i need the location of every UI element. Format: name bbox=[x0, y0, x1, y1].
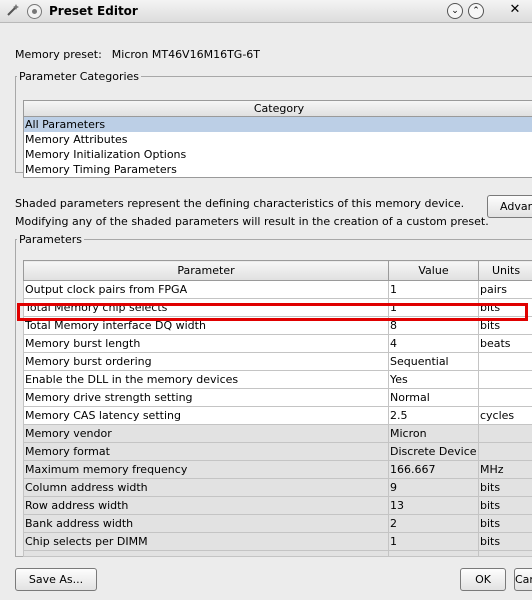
parameter-value-cell[interactable]: 13 bbox=[388, 496, 479, 515]
parameter-row[interactable]: Column address width 9 bits bbox=[23, 478, 532, 497]
highlight-box bbox=[17, 303, 528, 321]
parameter-row[interactable]: Bank address width 2 bits bbox=[23, 514, 532, 533]
window-title: Preset Editor bbox=[49, 4, 138, 18]
parameter-row[interactable]: Output clock pairs from FPGA 1 pairs bbox=[23, 280, 532, 299]
category-list[interactable]: Category All Parameters Memory Attributes… bbox=[23, 100, 532, 178]
memory-preset-label: Memory preset: bbox=[15, 48, 102, 61]
category-item[interactable]: All Parameters bbox=[24, 117, 532, 132]
parameter-row[interactable]: Enable the DLL in the memory devices Yes bbox=[23, 370, 532, 389]
parameter-name-cell: Memory format bbox=[23, 442, 389, 461]
parameter-value-cell[interactable]: 2 bbox=[388, 514, 479, 533]
parameter-name-cell: Maximum memory frequency bbox=[23, 460, 389, 479]
parameter-categories-group: Parameter Categories Category All Parame… bbox=[15, 70, 532, 178]
parameter-name-cell: Chip selects per DIMM bbox=[23, 532, 389, 551]
parameter-value-cell[interactable]: Discrete Device bbox=[388, 442, 479, 461]
memory-preset-row: Memory preset: Micron MT46V16M16TG-6T bbox=[15, 48, 260, 61]
parameter-cell-partial bbox=[23, 550, 389, 557]
parameter-value-cell[interactable]: Sequential bbox=[388, 352, 479, 371]
shaded-description-line2: Modifying any of the shaded parameters w… bbox=[15, 215, 489, 228]
parameter-value-cell[interactable]: 1 bbox=[388, 280, 479, 299]
parameter-name-cell: Bank address width bbox=[23, 514, 389, 533]
shaded-description-line1: Shaded parameters represent the defining… bbox=[15, 197, 465, 210]
parameter-units-cell: cycles bbox=[478, 406, 532, 425]
category-item[interactable]: Memory Initialization Options bbox=[24, 147, 532, 162]
parameter-value-cell[interactable]: Yes bbox=[388, 370, 479, 389]
wand-icon bbox=[5, 3, 21, 19]
parameter-row[interactable]: Memory CAS latency setting 2.5 cycles bbox=[23, 406, 532, 425]
parameter-row[interactable]: Memory burst length 4 beats bbox=[23, 334, 532, 353]
parameter-name-cell: Row address width bbox=[23, 496, 389, 515]
category-item[interactable]: Memory Timing Parameters bbox=[24, 162, 532, 177]
parameters-legend: Parameters bbox=[19, 233, 82, 246]
parameter-units-cell: bits bbox=[478, 532, 532, 551]
parameter-name-cell: Memory vendor bbox=[23, 424, 389, 443]
close-icon[interactable]: ✕ bbox=[508, 3, 522, 17]
parameter-cell-partial bbox=[478, 550, 532, 557]
title-bar[interactable]: Preset Editor ⌄ ⌃ ✕ bbox=[0, 0, 532, 23]
parameter-row[interactable]: Memory vendor Micron bbox=[23, 424, 532, 443]
column-header-parameter[interactable]: Parameter bbox=[23, 260, 389, 281]
parameter-value-cell[interactable]: 166.667 bbox=[388, 460, 479, 479]
maximize-icon[interactable]: ⌃ bbox=[468, 3, 484, 19]
column-header-value[interactable]: Value bbox=[388, 260, 479, 281]
parameter-name-cell: Memory burst ordering bbox=[23, 352, 389, 371]
parameter-row[interactable]: Row address width 13 bits bbox=[23, 496, 532, 515]
parameter-row[interactable]: Chip selects per DIMM 1 bits bbox=[23, 532, 532, 551]
parameter-value-cell[interactable]: 2.5 bbox=[388, 406, 479, 425]
parameter-row[interactable]: Memory burst ordering Sequential bbox=[23, 352, 532, 371]
parameter-name-cell: Memory drive strength setting bbox=[23, 388, 389, 407]
parameter-cell-partial bbox=[388, 550, 479, 557]
parameter-units-cell bbox=[478, 388, 532, 407]
minimize-icon[interactable]: ⌄ bbox=[447, 3, 463, 19]
column-header-units[interactable]: Units bbox=[478, 260, 532, 281]
parameter-value-cell[interactable]: 1 bbox=[388, 532, 479, 551]
parameter-value-cell[interactable]: 9 bbox=[388, 478, 479, 497]
parameter-row[interactable]: Memory format Discrete Device bbox=[23, 442, 532, 461]
parameter-name-cell: Enable the DLL in the memory devices bbox=[23, 370, 389, 389]
parameter-units-cell: MHz bbox=[478, 460, 532, 479]
ok-button[interactable]: OK bbox=[460, 568, 506, 591]
parameter-row[interactable]: Memory drive strength setting Normal bbox=[23, 388, 532, 407]
parameter-name-cell: Column address width bbox=[23, 478, 389, 497]
parameter-row[interactable]: Maximum memory frequency 166.667 MHz bbox=[23, 460, 532, 479]
memory-preset-value: Micron MT46V16M16TG-6T bbox=[111, 48, 261, 61]
parameter-value-cell[interactable]: Micron bbox=[388, 424, 479, 443]
parameter-units-cell bbox=[478, 424, 532, 443]
parameter-units-cell: bits bbox=[478, 496, 532, 515]
parameter-row-partial bbox=[23, 550, 532, 557]
parameter-name-cell: Output clock pairs from FPGA bbox=[23, 280, 389, 299]
parameter-units-cell bbox=[478, 370, 532, 389]
parameter-name-cell: Memory CAS latency setting bbox=[23, 406, 389, 425]
save-as-button[interactable]: Save As... bbox=[15, 568, 97, 591]
parameter-name-cell: Memory burst length bbox=[23, 334, 389, 353]
advanced-button[interactable]: Advanced... bbox=[487, 195, 532, 218]
parameter-units-cell bbox=[478, 352, 532, 371]
parameter-units-cell: bits bbox=[478, 478, 532, 497]
parameter-value-cell[interactable]: 4 bbox=[388, 334, 479, 353]
parameter-units-cell: bits bbox=[478, 514, 532, 533]
category-column-header[interactable]: Category bbox=[24, 101, 532, 117]
parameter-categories-legend: Parameter Categories bbox=[19, 70, 140, 83]
parameter-value-cell[interactable]: Normal bbox=[388, 388, 479, 407]
window-menu-icon[interactable] bbox=[27, 4, 42, 19]
parameter-units-cell bbox=[478, 442, 532, 461]
parameters-group: Parameters Parameter Value Units Output … bbox=[15, 233, 532, 557]
cancel-button[interactable]: Cancel bbox=[514, 568, 532, 591]
parameter-units-cell: pairs bbox=[478, 280, 532, 299]
category-item[interactable]: Memory Attributes bbox=[24, 132, 532, 147]
parameter-units-cell: beats bbox=[478, 334, 532, 353]
